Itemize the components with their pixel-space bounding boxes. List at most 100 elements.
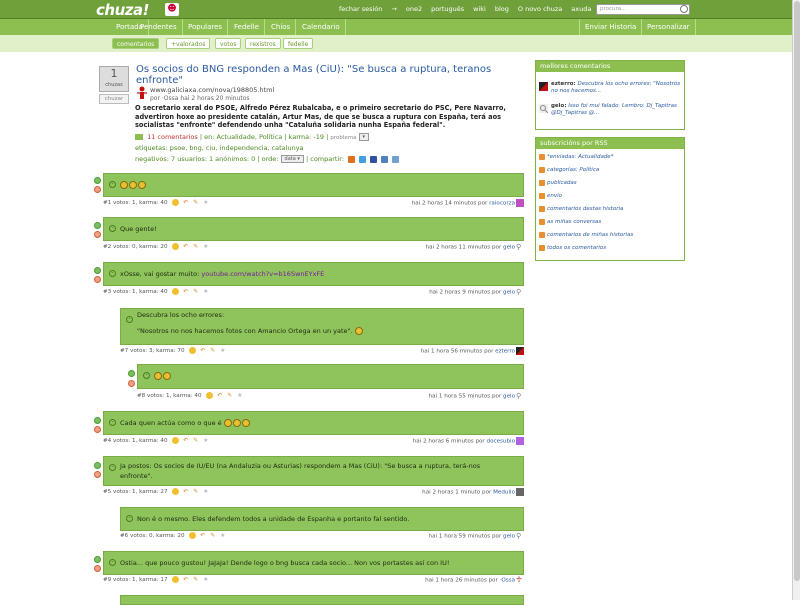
share-twitter-icon[interactable]: [359, 155, 367, 163]
vote-button[interactable]: chuzar: [99, 94, 129, 104]
vote-down-icon[interactable]: [94, 186, 101, 193]
favorite-icon[interactable]: ★: [219, 347, 226, 354]
share-rss-icon[interactable]: [348, 155, 356, 163]
pin-icon[interactable]: ✎: [226, 392, 233, 399]
search-input[interactable]: procura...: [596, 4, 690, 15]
rss-link[interactable]: comentarios de miñas historias: [536, 229, 684, 242]
comment-number[interactable]: #2: [103, 244, 111, 250]
logout-link[interactable]: fechar sesión: [339, 5, 382, 13]
nav-calendario[interactable]: Calendario: [297, 19, 346, 35]
reply-icon[interactable]: ↶: [199, 532, 206, 539]
vote-down-icon[interactable]: [94, 471, 101, 478]
expand-icon[interactable]: -: [109, 464, 116, 471]
info-icon[interactable]: [189, 347, 197, 354]
comment-number[interactable]: #3: [103, 289, 111, 295]
favorite-icon[interactable]: ★: [202, 199, 209, 206]
share-meneame-icon[interactable]: [381, 155, 389, 163]
expand-icon[interactable]: -: [109, 181, 116, 188]
language-link[interactable]: português: [431, 5, 464, 13]
problem-select[interactable]: ▾: [358, 133, 370, 141]
comment-author[interactable]: gelo: [503, 245, 515, 251]
vote-down-icon[interactable]: [94, 276, 101, 283]
comment-link[interactable]: youtube.com/watch?v=b16SwnEYxFE: [201, 270, 324, 278]
reply-icon[interactable]: ↶: [199, 347, 206, 354]
favorite-icon[interactable]: ★: [202, 488, 209, 495]
rss-link[interactable]: todos os comentarios: [536, 242, 684, 255]
pin-icon[interactable]: ✎: [209, 532, 216, 539]
vote-up-icon[interactable]: [94, 222, 101, 229]
pin-icon[interactable]: ✎: [192, 199, 199, 206]
pin-icon[interactable]: ✎: [192, 243, 199, 250]
info-icon[interactable]: [172, 488, 180, 495]
reply-icon[interactable]: ↶: [216, 392, 223, 399]
reply-icon[interactable]: ↶: [182, 199, 189, 206]
comment-author[interactable]: gelo: [503, 394, 515, 400]
vote-up-icon[interactable]: [94, 556, 101, 563]
tab-votes[interactable]: votos: [215, 38, 242, 49]
rss-link[interactable]: categorías: Política: [536, 164, 684, 177]
info-icon[interactable]: [206, 392, 214, 399]
order-select[interactable]: data ▾: [280, 155, 304, 163]
info-icon[interactable]: [189, 532, 197, 539]
tab-comments[interactable]: comentarios: [112, 38, 160, 49]
expand-icon[interactable]: -: [109, 559, 116, 566]
expand-icon[interactable]: -: [109, 419, 116, 426]
nav-fedelle[interactable]: Fedelle: [229, 19, 265, 35]
expand-icon[interactable]: -: [126, 316, 133, 323]
customize-link[interactable]: Personalizar: [642, 19, 696, 35]
comment-number[interactable]: #6: [120, 533, 128, 539]
wiki-link[interactable]: wiki: [473, 5, 486, 13]
comment-author[interactable]: gelo: [503, 534, 515, 540]
reply-icon[interactable]: ↶: [182, 437, 189, 444]
comment-author[interactable]: ·Ossa: [500, 578, 515, 584]
expand-icon[interactable]: -: [109, 270, 116, 277]
help-link[interactable]: axuda: [571, 5, 591, 13]
story-url[interactable]: www.galiciaxa.com/nova/198805.html: [150, 86, 274, 94]
comment-number[interactable]: #8: [137, 393, 145, 399]
search-icon[interactable]: [680, 5, 688, 13]
comment-number[interactable]: #9: [103, 577, 111, 583]
comment-number[interactable]: #1: [103, 200, 111, 206]
info-icon[interactable]: [172, 576, 180, 583]
best-comment-item[interactable]: ezterro: Descubra los ocho errores: "Nos…: [536, 78, 684, 96]
reply-icon[interactable]: ↶: [182, 288, 189, 295]
comments-count-link[interactable]: 11 comentarios: [147, 133, 198, 141]
favorite-icon[interactable]: ★: [219, 532, 226, 539]
vote-down-icon[interactable]: [94, 565, 101, 572]
rss-link[interactable]: envío: [536, 190, 684, 203]
reply-icon[interactable]: ↶: [182, 243, 189, 250]
tab-logs[interactable]: rexistros: [245, 38, 281, 49]
rss-link[interactable]: as miñas conversas: [536, 216, 684, 229]
pin-icon[interactable]: ✎: [192, 488, 199, 495]
nav-populares[interactable]: Populares: [183, 19, 229, 35]
user-link[interactable]: one2: [406, 5, 422, 13]
pin-icon[interactable]: ✎: [192, 288, 199, 295]
pin-icon[interactable]: ✎: [192, 576, 199, 583]
blog-link[interactable]: blog: [495, 5, 509, 13]
vote-up-icon[interactable]: [94, 267, 101, 274]
vote-up-icon[interactable]: [94, 417, 101, 424]
comment-number[interactable]: #5: [103, 489, 111, 495]
story-category[interactable]: en: Actualidade, Política: [204, 133, 282, 141]
tab-fedelle[interactable]: fedelle: [283, 38, 314, 49]
nav-pendentes[interactable]: Pendentes: [135, 19, 183, 35]
info-icon[interactable]: [172, 243, 180, 250]
scrollbar[interactable]: [792, 0, 800, 600]
vote-down-icon[interactable]: [94, 231, 101, 238]
share-facebook-icon[interactable]: [370, 155, 378, 163]
rss-link[interactable]: comentarios destas historia: [536, 203, 684, 216]
vote-down-icon[interactable]: [128, 380, 135, 387]
tab-top-rated[interactable]: +valorados: [166, 38, 211, 49]
favorite-icon[interactable]: ★: [236, 392, 243, 399]
story-title[interactable]: Os socios do BNG responden a Mas (CiU): …: [136, 64, 516, 86]
favorite-icon[interactable]: ★: [202, 576, 209, 583]
comment-author[interactable]: gelo: [503, 290, 515, 296]
share-delicious-icon[interactable]: [392, 155, 400, 163]
favorite-icon[interactable]: ★: [202, 243, 209, 250]
comment-author[interactable]: raiocorza: [489, 201, 515, 207]
pin-icon[interactable]: ✎: [192, 437, 199, 444]
comment-number[interactable]: #4: [103, 438, 111, 444]
comment-author[interactable]: ezterro: [495, 349, 515, 355]
reply-icon[interactable]: ↶: [182, 576, 189, 583]
scrollbar-thumb[interactable]: [794, 1, 800, 581]
